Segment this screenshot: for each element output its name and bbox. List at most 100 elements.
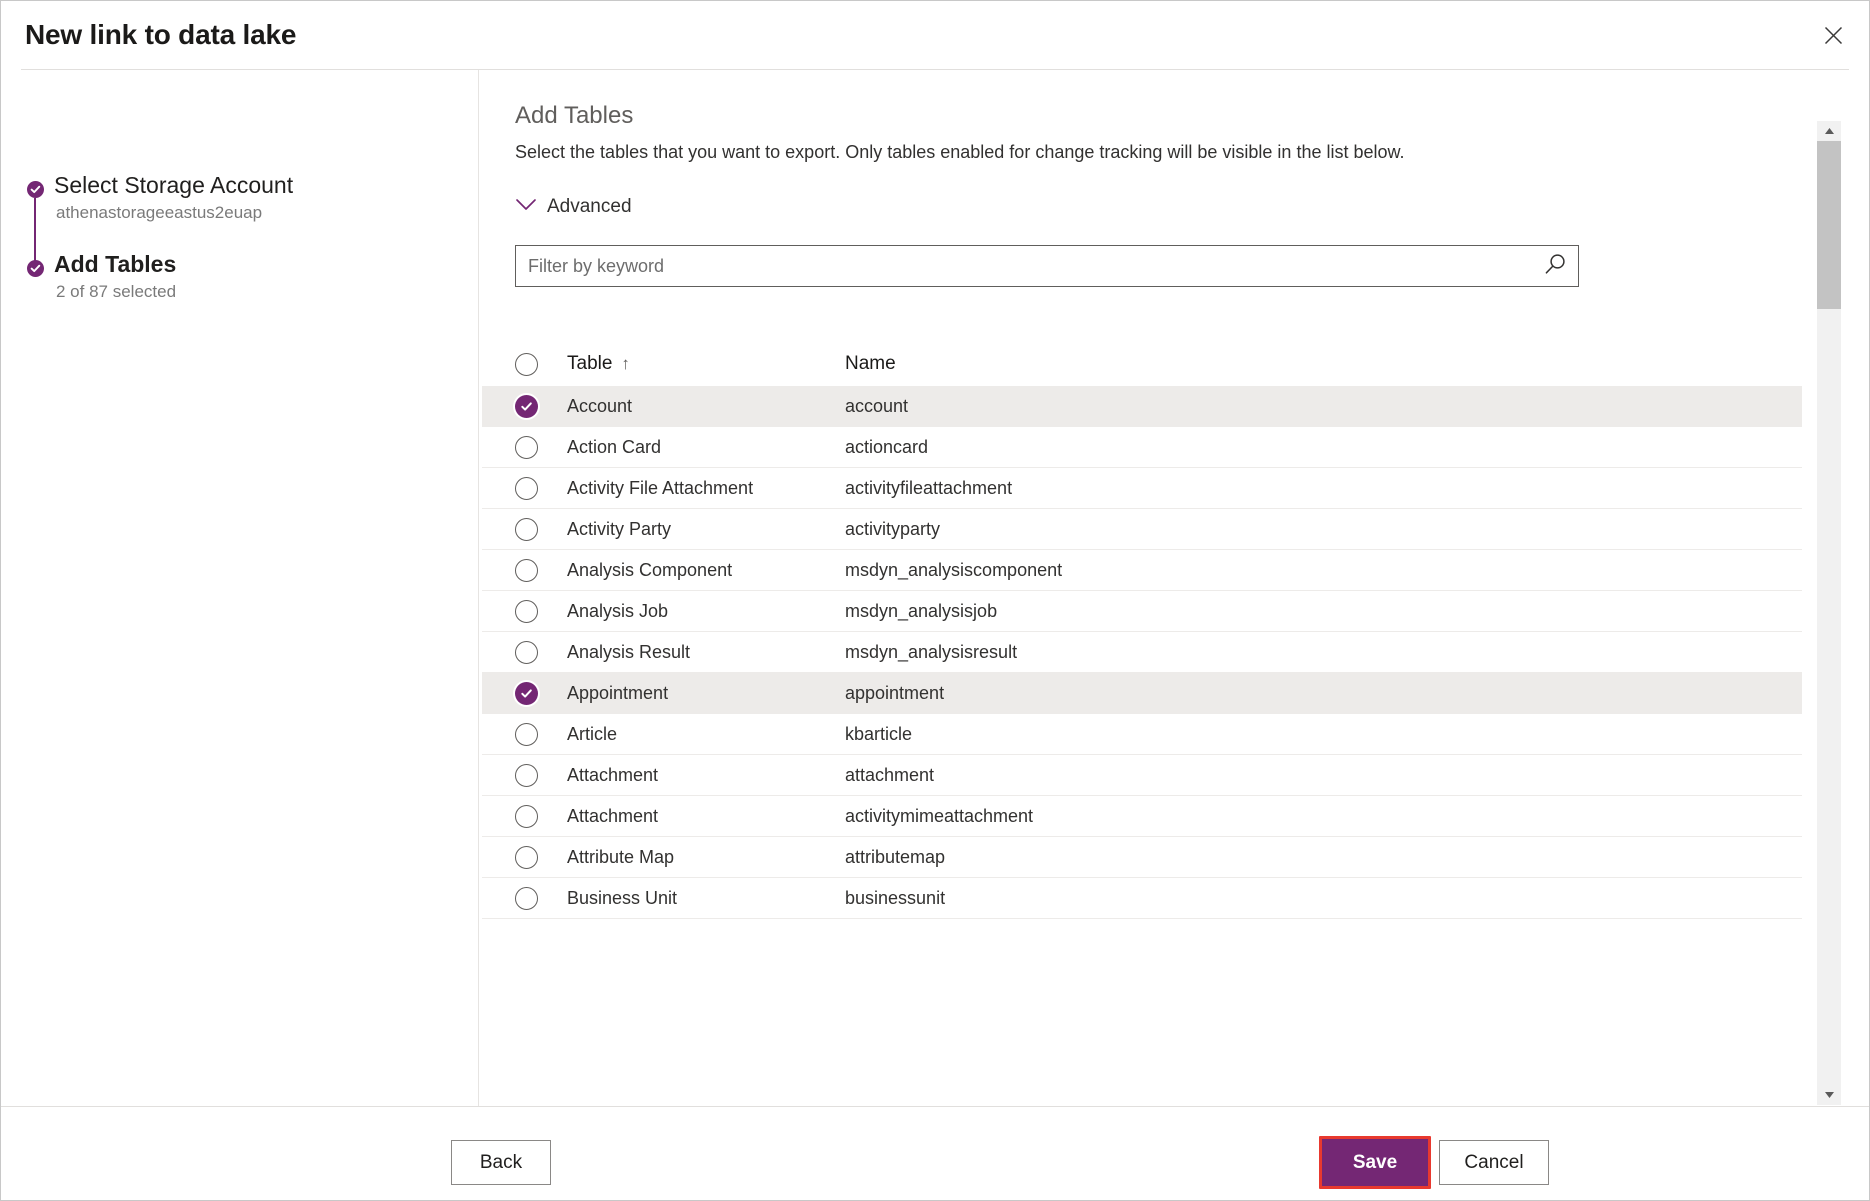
table-row[interactable]: Analysis Component msdyn_analysiscompone… [482, 550, 1802, 591]
table-row[interactable]: Attribute Map attributemap [482, 837, 1802, 878]
row-name-label: appointment [845, 683, 944, 704]
cancel-button[interactable]: Cancel [1439, 1140, 1549, 1185]
row-name-label: activityfileattachment [845, 478, 1012, 499]
row-checkbox[interactable] [515, 436, 538, 459]
row-name-label: businessunit [845, 888, 945, 909]
advanced-label: Advanced [547, 196, 632, 218]
vertical-scrollbar[interactable] [1817, 121, 1841, 1105]
section-description: Select the tables that you want to expor… [515, 142, 1405, 163]
row-select-cell [515, 846, 567, 869]
row-select-cell [515, 518, 567, 541]
row-select-cell [515, 805, 567, 828]
search-icon [1543, 252, 1568, 280]
row-name-label: msdyn_analysisresult [845, 642, 1017, 663]
row-table-label: Business Unit [567, 888, 845, 909]
row-select-cell [515, 600, 567, 623]
step-subtitle: 2 of 87 selected [56, 282, 176, 302]
row-name-label: kbarticle [845, 724, 912, 745]
table-row[interactable]: Analysis Job msdyn_analysisjob [482, 591, 1802, 632]
row-select-cell [515, 723, 567, 746]
table-header-row: Table ↑ Name [482, 342, 1802, 386]
row-table-label: Article [567, 724, 845, 745]
close-button[interactable] [1811, 15, 1855, 55]
row-checkbox[interactable] [515, 805, 538, 828]
new-link-dialog: New link to data lake Select Storage Acc… [0, 0, 1870, 1201]
step-subtitle: athenastorageeastus2euap [56, 203, 262, 223]
search-input[interactable] [516, 246, 1532, 286]
wizard-steps-panel: Select Storage Account athenastorageeast… [1, 70, 479, 1106]
row-checkbox[interactable] [515, 641, 538, 664]
step-complete-check-icon [27, 260, 44, 277]
step-complete-check-icon [27, 181, 44, 198]
select-all-cell [515, 353, 567, 376]
row-checkbox-checked[interactable] [515, 682, 538, 705]
row-table-label: Attribute Map [567, 847, 845, 868]
table-row[interactable]: Analysis Result msdyn_analysisresult [482, 632, 1802, 673]
scrollbar-down-button[interactable] [1817, 1085, 1841, 1105]
column-header-table-label: Table [567, 353, 612, 374]
close-icon [1824, 26, 1843, 45]
row-name-label: account [845, 396, 908, 417]
row-select-cell [515, 436, 567, 459]
advanced-toggle[interactable]: Advanced [515, 196, 632, 218]
table-row[interactable]: Action Card actioncard [482, 427, 1802, 468]
dialog-titlebar: New link to data lake [1, 1, 1869, 70]
row-name-label: actioncard [845, 437, 928, 458]
step-title: Add Tables [54, 251, 176, 278]
row-checkbox[interactable] [515, 518, 538, 541]
table-row[interactable]: Business Unit businessunit [482, 878, 1802, 919]
step-connector-line [34, 198, 36, 266]
triangle-up-icon [1824, 122, 1835, 140]
row-table-label: Analysis Component [567, 560, 845, 581]
row-checkbox[interactable] [515, 559, 538, 582]
table-row[interactable]: Attachment activitymimeattachment [482, 796, 1802, 837]
row-table-label: Analysis Job [567, 601, 845, 622]
back-button[interactable]: Back [451, 1140, 551, 1185]
triangle-down-icon [1824, 1086, 1835, 1104]
row-checkbox[interactable] [515, 600, 538, 623]
table-row[interactable]: Appointment appointment [482, 673, 1802, 714]
save-button[interactable]: Save [1322, 1139, 1428, 1186]
row-checkbox[interactable] [515, 846, 538, 869]
row-name-label: attachment [845, 765, 934, 786]
row-table-label: Account [567, 396, 845, 417]
row-checkbox[interactable] [515, 764, 538, 787]
table-row[interactable]: Article kbarticle [482, 714, 1802, 755]
column-header-name[interactable]: Name [845, 353, 896, 375]
row-name-label: activityparty [845, 519, 940, 540]
row-table-label: Activity File Attachment [567, 478, 845, 499]
row-checkbox-checked[interactable] [515, 395, 538, 418]
main-content: Add Tables Select the tables that you wa… [479, 70, 1837, 1106]
row-checkbox[interactable] [515, 723, 538, 746]
scrollbar-up-button[interactable] [1817, 121, 1841, 141]
table-row[interactable]: Activity Party activityparty [482, 509, 1802, 550]
row-checkbox[interactable] [515, 887, 538, 910]
tables-list: Table ↑ Name Account account [482, 342, 1802, 919]
search-button[interactable] [1532, 246, 1578, 286]
table-row[interactable]: Account account [482, 386, 1802, 427]
row-select-cell [515, 641, 567, 664]
step-title: Select Storage Account [54, 172, 293, 199]
row-table-label: Activity Party [567, 519, 845, 540]
select-all-checkbox[interactable] [515, 353, 538, 376]
row-table-label: Appointment [567, 683, 845, 704]
column-header-table[interactable]: Table ↑ [567, 353, 845, 375]
row-select-cell [515, 887, 567, 910]
dialog-footer: Back Save Cancel [1, 1107, 1869, 1200]
sort-ascending-icon: ↑ [621, 354, 630, 373]
row-table-label: Attachment [567, 806, 845, 827]
search-box [515, 245, 1579, 287]
table-row[interactable]: Attachment attachment [482, 755, 1802, 796]
row-checkbox[interactable] [515, 477, 538, 500]
chevron-down-icon [515, 198, 537, 217]
row-name-label: msdyn_analysiscomponent [845, 560, 1062, 581]
column-header-name-label: Name [845, 353, 896, 374]
table-row[interactable]: Activity File Attachment activityfileatt… [482, 468, 1802, 509]
page-title: New link to data lake [25, 19, 296, 51]
row-select-cell [515, 477, 567, 500]
row-select-cell [515, 764, 567, 787]
row-table-label: Analysis Result [567, 642, 845, 663]
row-name-label: attributemap [845, 847, 945, 868]
section-title: Add Tables [515, 102, 633, 130]
scrollbar-thumb[interactable] [1817, 141, 1841, 309]
